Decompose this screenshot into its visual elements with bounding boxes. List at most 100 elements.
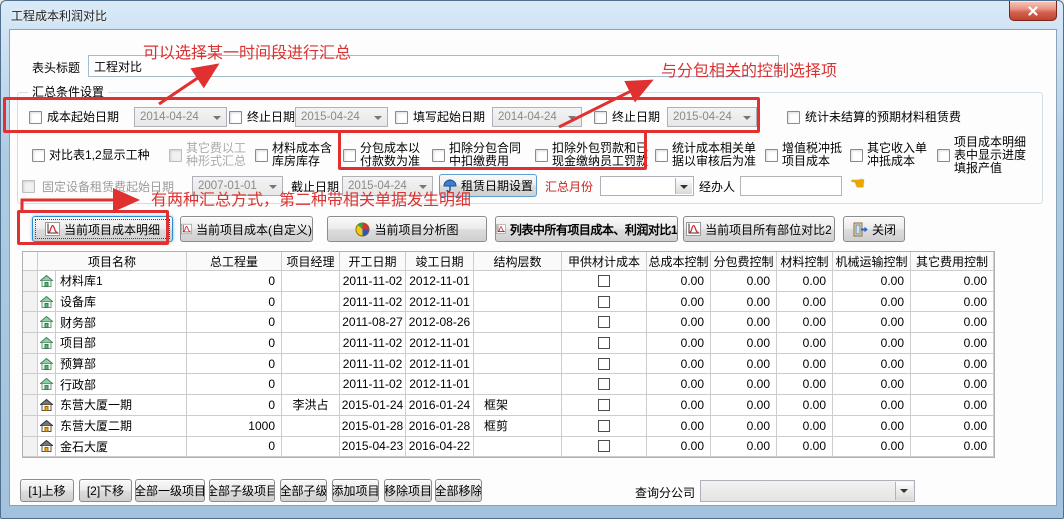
option-checkbox-item[interactable]: 材料成本含 库房库存 (255, 134, 332, 176)
table-row[interactable]: 财务部02011-08-272012-08-260.000.000.000.00… (23, 312, 994, 333)
date-checkbox[interactable] (29, 111, 42, 124)
supplied-material-cell (562, 395, 647, 415)
footer-button[interactable]: 全部子级项目 (209, 479, 275, 502)
option-checkbox-item[interactable]: 增值税冲抵 项目成本 (765, 134, 842, 176)
supplied-material-checkbox[interactable] (598, 378, 610, 390)
table-row[interactable]: 项目部02011-11-022012-11-010.000.000.000.00… (23, 333, 994, 354)
supplied-material-checkbox[interactable] (598, 440, 610, 452)
supplied-material-checkbox[interactable] (598, 337, 610, 349)
summary-month-combo[interactable] (600, 176, 694, 196)
footer-button[interactable]: 全部一级项目 (135, 479, 205, 502)
toolbar-button[interactable]: 关闭 (843, 216, 905, 242)
titlebar[interactable]: 工程成本利润对比 (1, 1, 1063, 29)
table-row[interactable]: 金石大厦02015-04-232016-04-220.000.000.000.0… (23, 437, 994, 458)
option-checkbox-item[interactable]: 其它收入单 冲抵成本 (850, 134, 927, 176)
option-checkbox-item[interactable]: 分包成本以 付款数为准 (343, 134, 420, 176)
supplied-material-checkbox[interactable] (598, 316, 610, 328)
date-checkbox[interactable] (229, 111, 242, 124)
table-row[interactable]: 设备库02011-11-022012-11-010.000.000.000.00… (23, 292, 994, 313)
header-material-ctrl: 材料控制 (777, 252, 833, 270)
supplied-material-checkbox[interactable] (598, 296, 610, 308)
date-checkbox[interactable] (395, 111, 408, 124)
supplied-material-checkbox[interactable] (598, 358, 610, 370)
option-checkbox[interactable] (937, 149, 950, 162)
footer-button[interactable]: 全部移除 (435, 479, 482, 502)
annotation-subcontract: 与分包相关的控制选择项 (661, 57, 837, 81)
option-checkbox[interactable] (535, 149, 548, 162)
total-cost-cell: 0.00 (647, 312, 711, 332)
close-button[interactable] (1009, 1, 1057, 21)
date-combo-value: 2015-04-24 (673, 111, 732, 123)
date-checkbox[interactable] (787, 111, 800, 124)
material-cost-cell: 0.00 (777, 292, 833, 312)
chart-icon (686, 222, 701, 236)
footer-button[interactable]: 添加项目 (332, 479, 379, 502)
other-cost-cell: 0.00 (911, 395, 994, 415)
dropdown-arrow-icon (743, 116, 751, 120)
start-date-cell: 2011-11-02 (340, 292, 406, 312)
projects-table: 项目名称总工程量项目经理开工日期竣工日期结构层数甲供材计成本总成本控制分包费控制… (22, 251, 995, 458)
agent-input[interactable] (740, 176, 842, 196)
option-checkbox-item[interactable]: 对比表1,2显示工种 (32, 134, 150, 176)
footer-button[interactable]: 全部子级 (280, 479, 327, 502)
toolbar-button[interactable]: 当前项目成本(自定义) (180, 216, 313, 242)
option-checkbox-label: 统计成本相关单 据以审核后为准 (672, 142, 756, 168)
option-checkbox[interactable] (32, 149, 45, 162)
date-combo[interactable]: 2014-04-24 (134, 107, 227, 127)
option-checkbox[interactable] (343, 149, 356, 162)
option-checkbox[interactable] (432, 149, 445, 162)
fixed-lease-start-checkbox[interactable] (22, 180, 35, 193)
start-date-cell: 2011-08-27 (340, 312, 406, 332)
option-checkbox-item[interactable]: 统计成本相关单 据以审核后为准 (655, 134, 756, 176)
supplied-material-checkbox[interactable] (598, 420, 610, 432)
material-cost-cell: 0.00 (777, 374, 833, 394)
supplied-material-checkbox[interactable] (598, 399, 610, 411)
option-checkbox[interactable] (765, 149, 778, 162)
option-checkbox[interactable] (850, 149, 863, 162)
toolbar-button[interactable]: 列表中所有项目成本、利润对比1 (495, 216, 678, 242)
end-date-cell: 2012-11-01 (406, 292, 474, 312)
subcontract-cost-cell: 0.00 (711, 437, 777, 457)
option-checkbox-label: 其它收入单 冲抵成本 (867, 142, 927, 168)
row-selector (23, 374, 38, 394)
table-header-row: 项目名称总工程量项目经理开工日期竣工日期结构层数甲供材计成本总成本控制分包费控制… (23, 252, 994, 271)
end-date-cell: 2012-11-01 (406, 354, 474, 374)
branch-query-combo[interactable] (700, 480, 915, 502)
dropdown-arrow-icon (895, 482, 913, 500)
footer-button[interactable]: 移除项目 (384, 479, 432, 502)
project-name-cell: 东营大厦一期 (56, 395, 187, 415)
date-combo[interactable]: 2015-04-24 (667, 107, 757, 127)
option-checkbox[interactable] (255, 149, 268, 162)
date-combo[interactable]: 2015-04-24 (295, 107, 388, 127)
option-checkbox[interactable] (169, 149, 182, 162)
footer-button[interactable]: [1]上移 (20, 479, 74, 502)
option-checkbox-item[interactable]: 项目成本明细 表中显示进度 填报产值 (937, 134, 1026, 176)
row-selector (23, 354, 38, 374)
quantity-cell: 1000 (187, 416, 282, 436)
option-checkbox-item[interactable]: 其它费以工 种形式汇总 (169, 134, 246, 176)
date-checkbox[interactable] (594, 111, 607, 124)
table-row[interactable]: 材料库102011-11-022012-11-010.000.000.000.0… (23, 271, 994, 292)
option-checkbox-item[interactable]: 扣除分包合同 中扣缴费用 (432, 134, 521, 176)
structure-cell (474, 292, 562, 312)
app-window: 工程成本利润对比 表头标题 汇总条件设置 成本起始日期2014-04-24终止日… (0, 0, 1064, 519)
table-row[interactable]: 东营大厦一期0李洪占2015-01-242016-01-24框架0.000.00… (23, 395, 994, 416)
total-cost-cell: 0.00 (647, 374, 711, 394)
pointing-hand-icon[interactable]: ☚ (850, 174, 865, 194)
subcontract-cost-cell: 0.00 (711, 271, 777, 291)
footer-button[interactable]: [2]下移 (79, 479, 132, 502)
option-checkbox-item[interactable]: 扣除外包罚款和已 现金缴纳员工罚款 (535, 134, 648, 176)
toolbar-button[interactable]: 当前项目成本明细 (32, 216, 173, 242)
toolbar-button[interactable]: 当前项目分析图 (327, 216, 487, 242)
date-combo[interactable]: 2014-04-24 (492, 107, 582, 127)
supplied-material-checkbox[interactable] (598, 275, 610, 287)
table-row[interactable]: 东营大厦二期10002015-01-282016-01-28框剪0.000.00… (23, 416, 994, 437)
option-checkbox[interactable] (655, 149, 668, 162)
project-house-icon (40, 420, 53, 432)
table-row[interactable]: 预算部02011-11-022012-11-010.000.000.000.00… (23, 354, 994, 375)
table-row[interactable]: 行政部02011-11-022012-11-010.000.000.000.00… (23, 374, 994, 395)
toolbar-button[interactable]: 当前项目所有部位对比2 (683, 216, 835, 242)
manager-cell (282, 374, 340, 394)
total-cost-cell: 0.00 (647, 437, 711, 457)
other-cost-cell: 0.00 (911, 271, 994, 291)
